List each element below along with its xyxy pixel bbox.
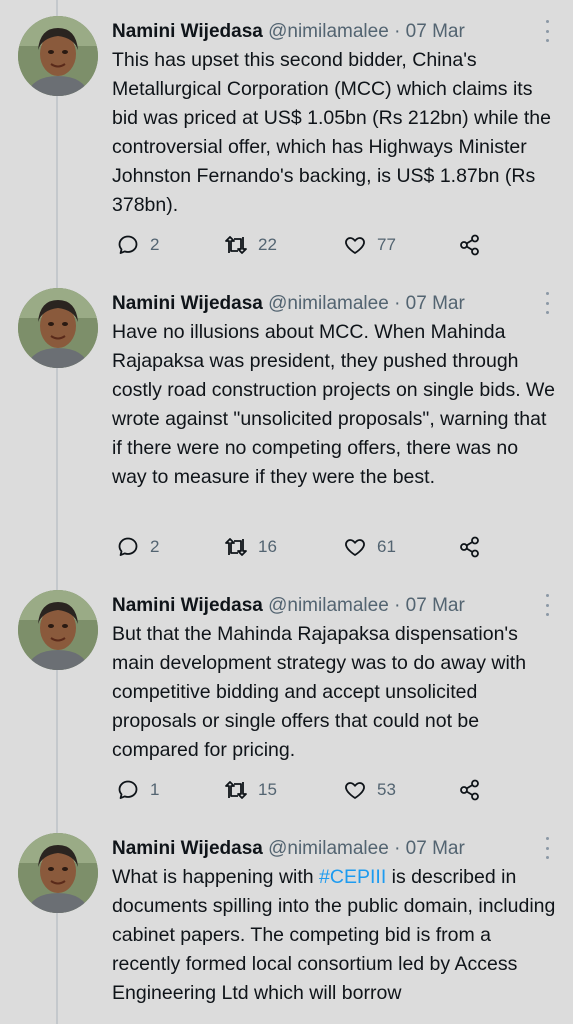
more-options-icon[interactable] — [543, 292, 551, 314]
reply-count: 1 — [150, 780, 160, 799]
like-button[interactable]: 77 — [343, 232, 396, 258]
separator: · — [394, 293, 401, 314]
separator: · — [394, 595, 401, 616]
more-options-icon[interactable] — [543, 594, 551, 616]
reply-button[interactable]: 2 — [116, 534, 159, 560]
more-options-icon[interactable] — [543, 837, 551, 859]
author-handle[interactable]: @nimilamalee — [268, 838, 389, 859]
separator: · — [394, 21, 401, 42]
author-handle[interactable]: @nimilamalee — [268, 21, 389, 42]
reply-button[interactable]: 2 — [116, 232, 159, 258]
tweet-header: Namini Wijedasa @nimilamalee · 07 Mar — [112, 835, 555, 863]
reply-icon — [118, 537, 138, 556]
tweet-header: Namini Wijedasa @nimilamalee · 07 Mar — [112, 290, 555, 318]
author-name[interactable]: Namini Wijedasa — [112, 838, 263, 859]
tweet-date[interactable]: 07 Mar — [406, 21, 465, 42]
retweet-button[interactable]: 15 — [224, 777, 277, 803]
like-button[interactable]: 53 — [343, 777, 396, 803]
tweet-header: Namini Wijedasa @nimilamalee · 07 Mar — [112, 18, 555, 46]
share-icon — [460, 234, 479, 256]
share-button[interactable] — [458, 232, 482, 258]
share-icon — [460, 779, 479, 801]
tweet-actions: 2 22 77 — [112, 232, 572, 258]
reply-count: 2 — [150, 537, 160, 556]
tweet-text-part: What is happening with — [112, 866, 320, 888]
tweet-text: This has upset this second bidder, China… — [112, 49, 551, 216]
tweet-date[interactable]: 07 Mar — [406, 838, 465, 859]
author-handle[interactable]: @nimilamalee — [268, 595, 389, 616]
share-button[interactable] — [458, 777, 482, 803]
tweet-date[interactable]: 07 Mar — [406, 595, 465, 616]
separator: · — [394, 838, 401, 859]
author-name[interactable]: Namini Wijedasa — [112, 21, 263, 42]
like-button[interactable]: 61 — [343, 534, 396, 560]
share-button[interactable] — [458, 534, 482, 560]
reply-count: 2 — [150, 235, 160, 254]
retweet-icon — [225, 236, 247, 254]
retweet-count: 16 — [258, 537, 277, 556]
heart-icon — [345, 782, 365, 799]
avatar[interactable] — [18, 590, 98, 670]
author-name[interactable]: Namini Wijedasa — [112, 595, 263, 616]
retweet-button[interactable]: 16 — [224, 534, 277, 560]
reply-icon — [118, 780, 138, 799]
hashtag-link[interactable]: #CEPIII — [319, 866, 386, 888]
avatar[interactable] — [18, 288, 98, 368]
avatar[interactable] — [18, 833, 98, 913]
retweet-count: 22 — [258, 235, 277, 254]
tweet-header: Namini Wijedasa @nimilamalee · 07 Mar — [112, 592, 555, 620]
like-count: 77 — [377, 235, 396, 254]
tweet-actions: 2 16 61 — [112, 534, 572, 560]
share-icon — [460, 536, 479, 558]
reply-icon — [118, 235, 138, 254]
retweet-icon — [225, 538, 247, 556]
heart-icon — [345, 237, 365, 254]
heart-icon — [345, 539, 365, 556]
author-handle[interactable]: @nimilamalee — [268, 293, 389, 314]
like-count: 61 — [377, 537, 396, 556]
retweet-count: 15 — [258, 780, 277, 799]
retweet-button[interactable]: 22 — [224, 232, 277, 258]
tweet-text: But that the Mahinda Rajapaksa dispensat… — [112, 623, 527, 761]
tweet-actions: 1 15 53 — [112, 777, 572, 803]
more-options-icon[interactable] — [543, 20, 551, 42]
tweet-text: Have no illusions about MCC. When Mahind… — [112, 321, 555, 488]
tweet-date[interactable]: 07 Mar — [406, 293, 465, 314]
author-name[interactable]: Namini Wijedasa — [112, 293, 263, 314]
avatar[interactable] — [18, 16, 98, 96]
tweet-text: What is happening with #CEPIII is descri… — [112, 863, 557, 1008]
retweet-icon — [225, 781, 247, 799]
reply-button[interactable]: 1 — [116, 777, 159, 803]
like-count: 53 — [377, 780, 396, 799]
